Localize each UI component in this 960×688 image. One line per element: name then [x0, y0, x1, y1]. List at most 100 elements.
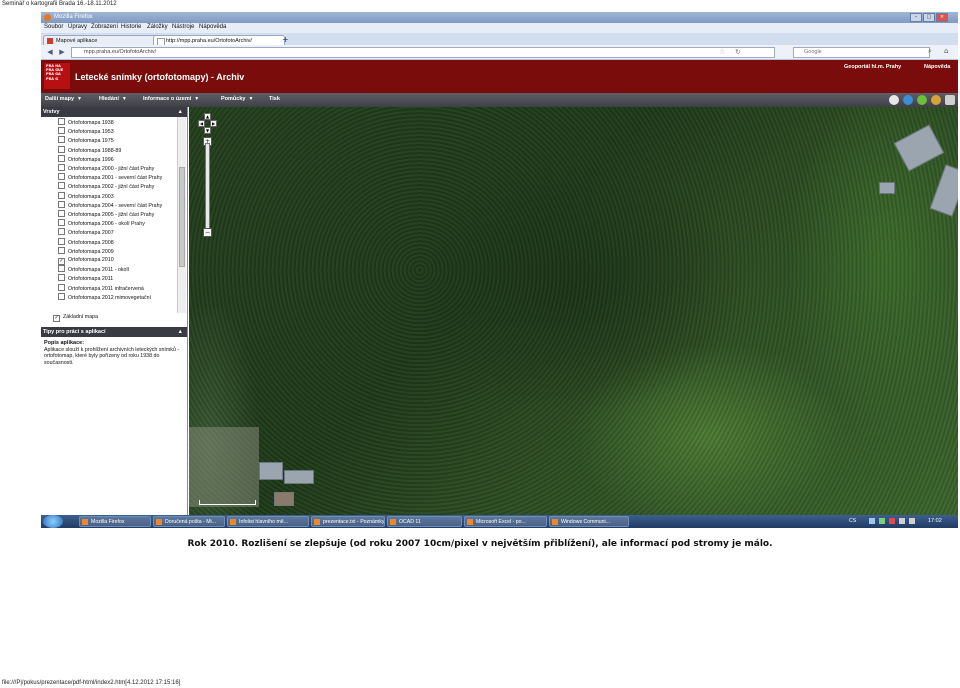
- toolbar-pomucky[interactable]: Pomůcky ▼: [221, 96, 253, 102]
- layer-item[interactable]: Ortofotomapa 2011 - okolí: [58, 265, 129, 274]
- layer-item[interactable]: ✓ Ortofotomapa 2010: [58, 256, 114, 265]
- layer-item[interactable]: Ortofotomapa 2002 - jižní část Prahy: [58, 182, 154, 191]
- layer-item[interactable]: Ortofotomapa 2001 - severní část Prahy: [58, 173, 162, 182]
- layer-item[interactable]: Ortofotomapa 2000 - jižní část Prahy: [58, 164, 154, 173]
- toolbar-dalsi-mapy[interactable]: Další mapy ▼: [45, 96, 82, 102]
- layer-checkbox[interactable]: [58, 182, 65, 190]
- layer-item[interactable]: Ortofotomapa 2008: [58, 237, 114, 247]
- maximize-icon[interactable]: □: [923, 13, 935, 22]
- basemap-checkbox[interactable]: ✓: [53, 315, 60, 322]
- forward-icon[interactable]: ▶: [57, 47, 67, 57]
- tray-icon[interactable]: [869, 518, 875, 524]
- layer-item[interactable]: Ortofotomapa 2011 infračervená: [58, 283, 144, 293]
- layer-checkbox[interactable]: [58, 200, 65, 208]
- info-icon[interactable]: [917, 95, 927, 105]
- pan-up-icon[interactable]: ▲: [204, 113, 211, 120]
- layer-checkbox[interactable]: [58, 173, 65, 181]
- print-icon[interactable]: [945, 95, 955, 105]
- layer-checkbox[interactable]: [58, 164, 65, 171]
- toolbar-tisk[interactable]: Tisk: [269, 96, 280, 102]
- clock[interactable]: 17:02: [928, 518, 942, 524]
- layer-checkbox[interactable]: [58, 292, 65, 300]
- close-icon[interactable]: ×: [936, 13, 948, 22]
- globe-icon[interactable]: [903, 95, 913, 105]
- start-button[interactable]: [43, 515, 63, 528]
- layer-checkbox[interactable]: [58, 283, 65, 291]
- menu-soubor[interactable]: Soubor: [44, 24, 63, 30]
- volume-icon[interactable]: [909, 518, 915, 524]
- measure-icon[interactable]: [931, 95, 941, 105]
- help-link[interactable]: Nápověda: [924, 64, 950, 70]
- menu-zobrazeni[interactable]: Zobrazení: [91, 24, 118, 30]
- url-input[interactable]: mpp.praha.eu/OrtofotoArchiv/: [71, 47, 775, 58]
- taskbar-button[interactable]: Doručená pošta - Mi...: [153, 516, 225, 527]
- network-icon[interactable]: [899, 518, 905, 524]
- layer-item[interactable]: Ortofotomapa 2003: [58, 191, 114, 201]
- layer-item[interactable]: Ortofotomapa 2005 - jižní část Prahy: [58, 210, 154, 219]
- taskbar-button[interactable]: prezentace.txt - Poznámky: [311, 516, 385, 527]
- zoom-out-button[interactable]: −: [203, 228, 212, 237]
- layer-item[interactable]: Ortofotomapa 2009: [58, 246, 114, 256]
- back-icon[interactable]: ◀: [45, 47, 55, 57]
- minimize-icon[interactable]: –: [910, 13, 922, 22]
- tray-icon[interactable]: [889, 518, 895, 524]
- toolbar-informace[interactable]: Informace o území ▼: [143, 96, 199, 102]
- tray-icon[interactable]: [879, 518, 885, 524]
- taskbar-button[interactable]: Infolist hlavního mě...: [227, 516, 309, 527]
- language-indicator[interactable]: CS: [849, 518, 856, 524]
- layer-checkbox[interactable]: [58, 274, 65, 282]
- layer-checkbox[interactable]: [58, 237, 65, 245]
- layer-scrollbar[interactable]: [177, 117, 186, 313]
- search-input[interactable]: Google: [793, 47, 930, 58]
- layer-checkbox[interactable]: [58, 118, 65, 125]
- menu-nastroje[interactable]: Nástroje: [172, 24, 194, 30]
- collapse-icon[interactable]: ▲: [178, 107, 183, 117]
- layer-checkbox[interactable]: [58, 210, 65, 217]
- layer-item[interactable]: Ortofotomapa 2006 - okolí Prahy: [58, 219, 145, 228]
- tips-panel-heading[interactable]: Tipy pro práci s aplikací ▲: [41, 327, 187, 337]
- layer-item[interactable]: Ortofotomapa 2004 - severní část Prahy: [58, 200, 162, 210]
- layer-checkbox[interactable]: [58, 145, 65, 153]
- layer-item[interactable]: Ortofotomapa 2007: [58, 228, 114, 237]
- collapse-icon[interactable]: ▲: [178, 327, 183, 337]
- pan-left-icon[interactable]: ◀: [198, 120, 205, 127]
- scrollbar-thumb[interactable]: [179, 167, 185, 267]
- layer-item[interactable]: Ortofotomapa 2011: [58, 274, 113, 283]
- taskbar-button[interactable]: OCAD 11: [387, 516, 462, 527]
- menu-upravy[interactable]: Úpravy: [68, 24, 87, 30]
- layer-item[interactable]: Ortofotomapa 2012 mimovegetační: [58, 292, 151, 302]
- layer-checkbox[interactable]: [58, 127, 65, 135]
- taskbar-button[interactable]: Microsoft Excel - po...: [464, 516, 547, 527]
- menu-historie[interactable]: Historie: [121, 24, 141, 30]
- layer-checkbox[interactable]: [58, 191, 65, 199]
- taskbar-button[interactable]: Windows Communi...: [549, 516, 629, 527]
- layer-checkbox[interactable]: [58, 219, 65, 227]
- layer-item[interactable]: Ortofotomapa 1938: [58, 118, 114, 127]
- menu-zalozky[interactable]: Záložky: [147, 24, 168, 30]
- layer-checkbox[interactable]: [58, 154, 65, 162]
- pan-down-icon[interactable]: ▼: [204, 127, 211, 134]
- zoom-slider[interactable]: [205, 143, 210, 230]
- pan-hand-icon[interactable]: [889, 95, 899, 105]
- reload-icon[interactable]: ↻: [735, 48, 741, 56]
- taskbar-button[interactable]: Mozilla Firefox: [79, 516, 151, 527]
- layer-checkbox[interactable]: ✓: [58, 258, 65, 265]
- layer-item[interactable]: Ortofotomapa 1975: [58, 136, 114, 145]
- toolbar-hledani[interactable]: Hledání ▼: [99, 96, 127, 102]
- layer-checkbox[interactable]: [58, 265, 65, 273]
- basemap-toggle[interactable]: ✓ Základní mapa: [53, 313, 98, 322]
- layers-panel-heading[interactable]: Vrstvy ▲: [41, 107, 187, 117]
- home-icon[interactable]: ⌂: [944, 47, 948, 55]
- pan-right-icon[interactable]: ▶: [210, 120, 217, 127]
- layer-item[interactable]: Ortofotomapa 1953: [58, 127, 114, 136]
- menu-napoveda[interactable]: Nápověda: [199, 24, 226, 30]
- geoportal-link[interactable]: Geoportál hl.m. Prahy: [844, 64, 901, 70]
- layer-item[interactable]: Ortofotomapa 1996: [58, 154, 114, 164]
- layer-checkbox[interactable]: [58, 246, 65, 254]
- bookmark-star-icon[interactable]: ☆: [719, 48, 725, 56]
- search-icon[interactable]: ⌕: [928, 47, 932, 56]
- new-tab-button[interactable]: +: [282, 35, 289, 44]
- map-view[interactable]: ▲ ◀ ▶ ▼ + −: [189, 107, 958, 515]
- layer-checkbox[interactable]: [58, 136, 65, 144]
- layer-item[interactable]: Ortofotomapa 1988-89: [58, 145, 121, 155]
